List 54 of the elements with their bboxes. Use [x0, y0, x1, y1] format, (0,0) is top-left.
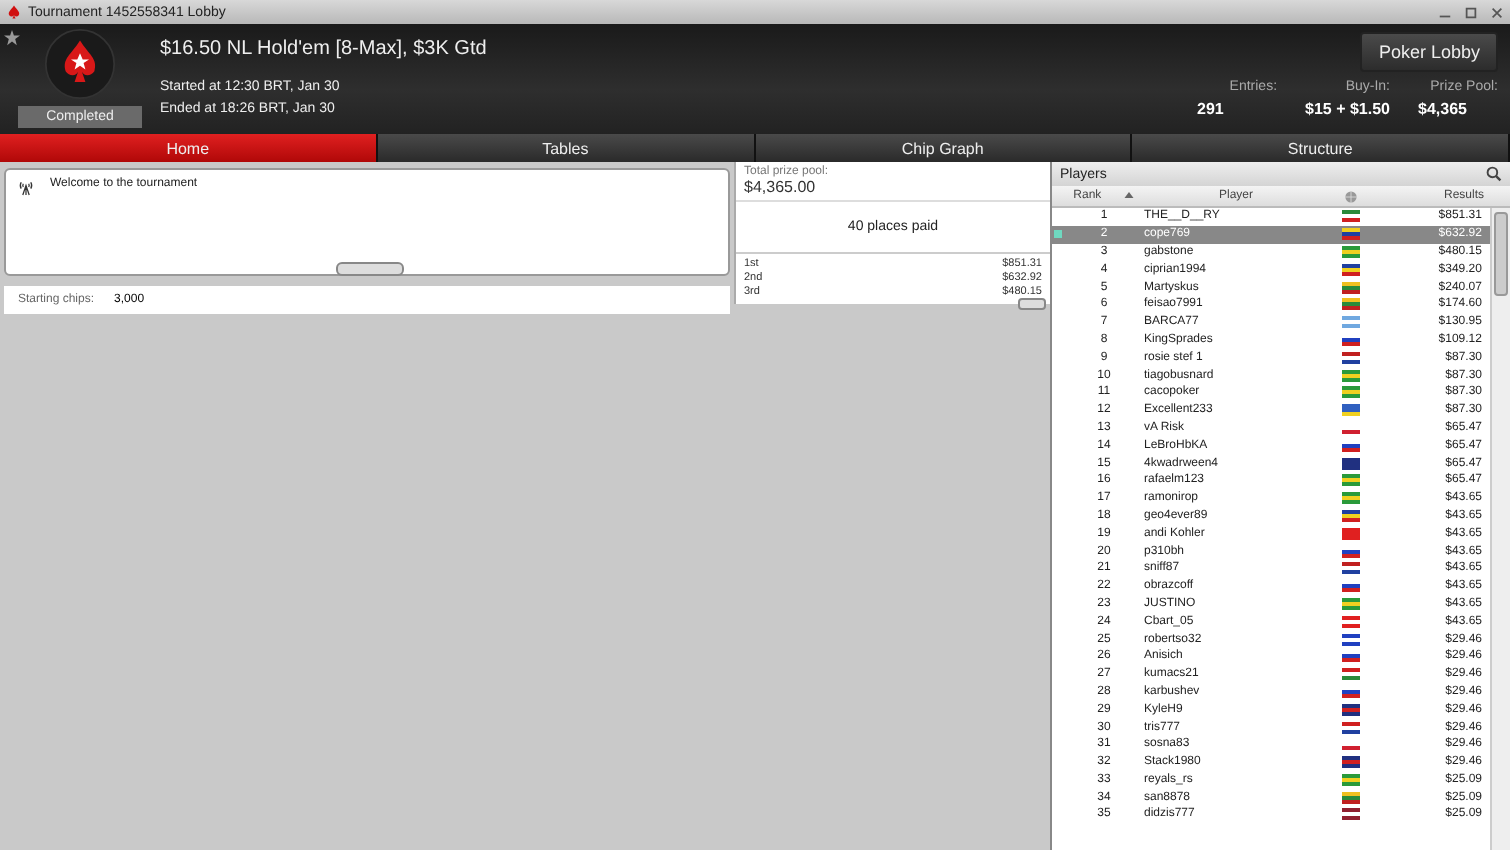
flag-icon	[1341, 210, 1359, 223]
flag-icon	[1341, 333, 1359, 346]
tab[interactable]: Structure	[1132, 134, 1510, 162]
search-icon[interactable]	[1486, 166, 1502, 182]
flag-icon	[1341, 509, 1359, 522]
tab[interactable]: Tables	[377, 134, 755, 162]
flag-icon	[1341, 685, 1359, 698]
flag-icon	[1341, 228, 1359, 241]
stat-value: $4,365	[1418, 100, 1469, 118]
flag-icon	[1341, 351, 1359, 364]
prize-pool-total: $4,365.00	[744, 178, 818, 196]
flag-icon	[1341, 808, 1359, 821]
flag-icon	[1341, 492, 1359, 505]
flag-icon	[1341, 404, 1359, 417]
flag-icon	[1341, 756, 1359, 769]
expand-handle[interactable]	[336, 262, 404, 276]
stat-value: $15 + $1.50	[1305, 100, 1390, 118]
antenna-icon	[18, 178, 34, 196]
flag-icon	[1341, 597, 1359, 610]
flag-icon	[1341, 457, 1359, 470]
spade-icon	[6, 4, 22, 20]
flag-icon	[1341, 298, 1359, 311]
flag-icon	[1341, 527, 1359, 540]
flag-icon	[1341, 316, 1359, 329]
flag-icon	[1341, 791, 1359, 804]
flag-icon	[1341, 562, 1359, 575]
flag-icon	[1341, 545, 1359, 558]
star-icon[interactable]	[4, 30, 20, 46]
selection-marker-icon	[1054, 230, 1062, 239]
tab[interactable]: Chip Graph	[755, 134, 1133, 162]
spade-logo-icon	[44, 28, 116, 100]
flag-icon	[1341, 386, 1359, 399]
flag-icon	[1341, 668, 1359, 681]
flag-icon	[1341, 245, 1359, 258]
maximize-icon[interactable]	[1464, 5, 1478, 19]
close-icon[interactable]	[1490, 5, 1504, 19]
scrollbar[interactable]	[1490, 208, 1510, 850]
poker-lobby-button[interactable]: Poker Lobby	[1360, 32, 1498, 72]
expand-handle[interactable]	[1018, 298, 1046, 310]
flag-icon	[1341, 650, 1359, 663]
tab[interactable]: Home	[0, 134, 378, 162]
stat-value: 291	[1197, 100, 1226, 118]
tournament-title: $16.50 NL Hold'em [8-Max], $3K Gtd	[160, 38, 489, 60]
flag-icon	[1341, 633, 1359, 646]
flag-icon	[1341, 580, 1359, 593]
flag-icon	[1341, 263, 1359, 276]
flag-icon	[1341, 281, 1359, 294]
flag-icon	[1341, 615, 1359, 628]
flag-icon	[1341, 721, 1359, 733]
flag-icon	[1341, 703, 1359, 716]
flag-icon	[1341, 369, 1359, 382]
flag-icon	[1341, 773, 1359, 786]
flag-icon	[1341, 474, 1359, 487]
sort-icon	[1124, 192, 1135, 198]
